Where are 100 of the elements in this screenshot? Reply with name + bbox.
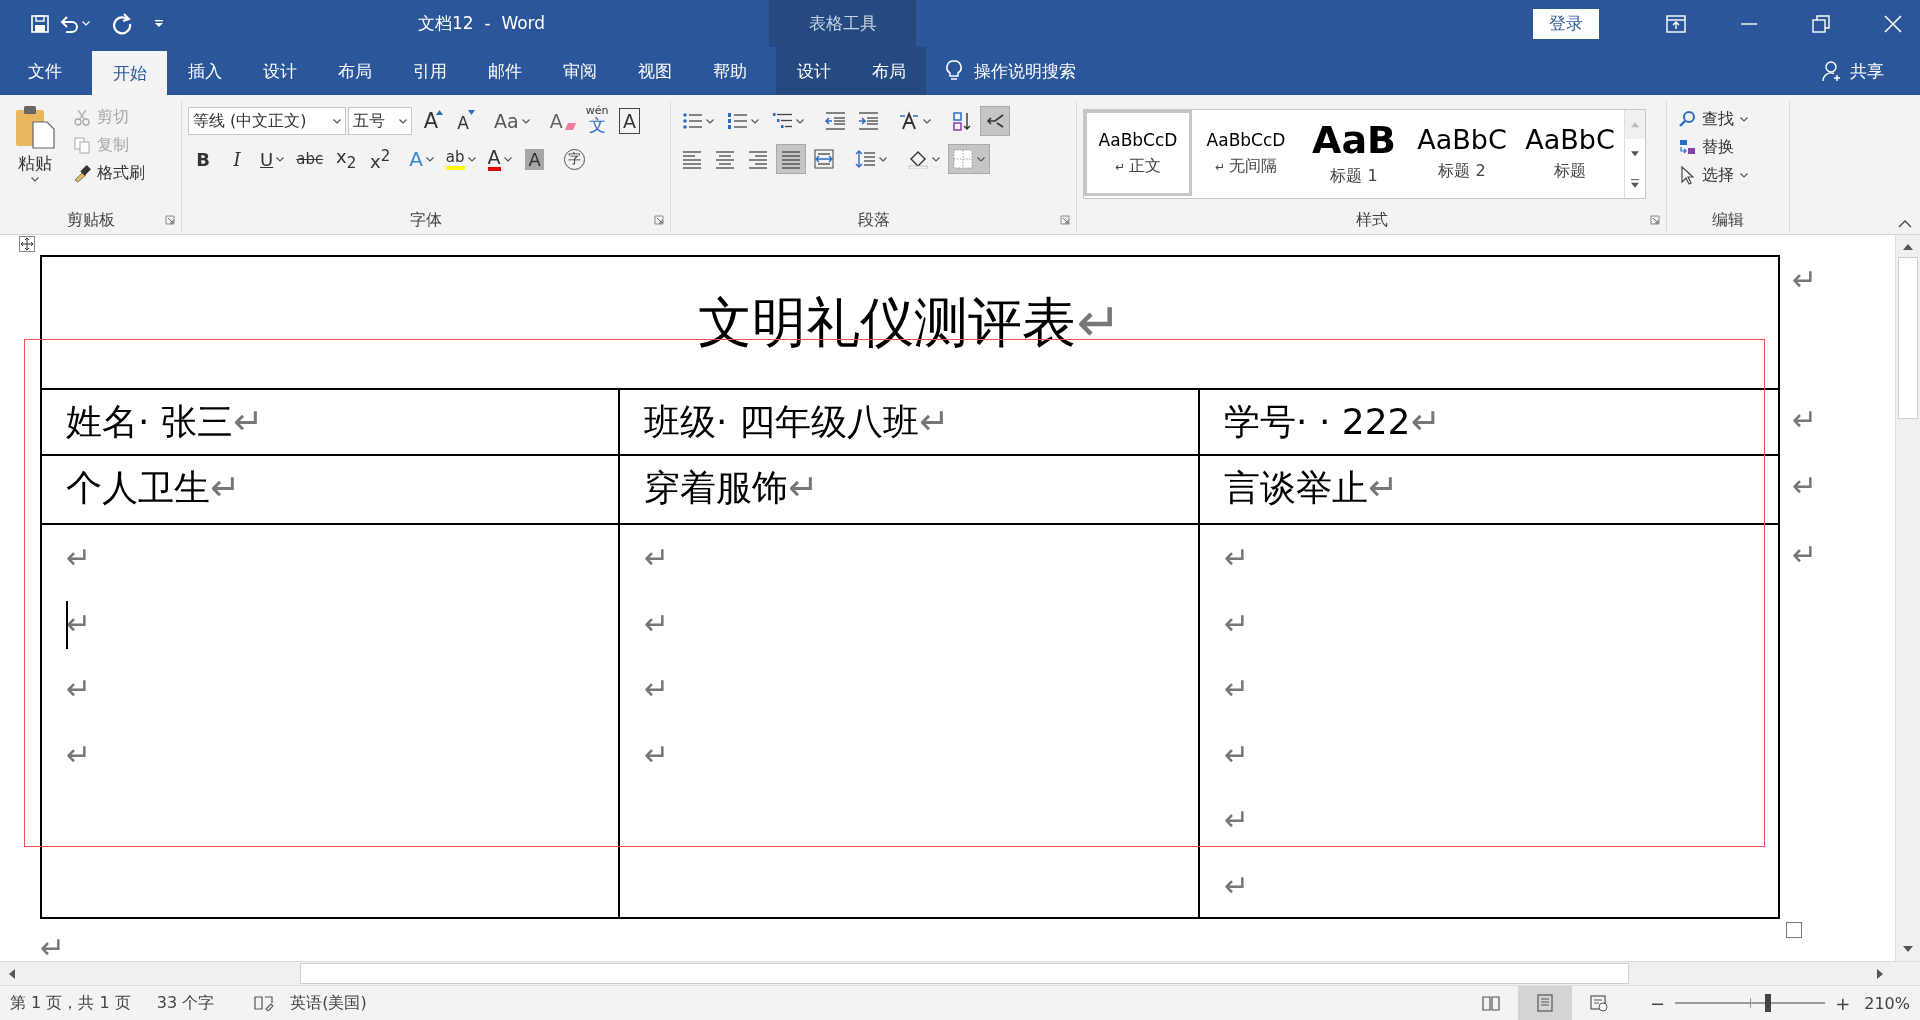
ribbon-tab[interactable]: 审阅	[542, 47, 617, 95]
zoom-level[interactable]: 210%	[1864, 993, 1910, 1013]
shading-icon	[908, 149, 928, 169]
collapse-ribbon-icon[interactable]	[1898, 220, 1912, 228]
font-color-button[interactable]: A	[483, 144, 516, 174]
caret-icon	[923, 118, 931, 124]
show-marks-icon	[985, 111, 1005, 131]
find-button[interactable]: 查找	[1673, 105, 1753, 133]
strikethrough-button[interactable]: abc	[292, 144, 328, 174]
ribbon-tab[interactable]: 开始	[92, 51, 167, 95]
replace-button[interactable]: 替换	[1673, 133, 1739, 161]
scroll-left-icon[interactable]	[8, 967, 16, 980]
group-label: 段落	[857, 209, 890, 231]
ribbon-tab[interactable]: 设计	[242, 47, 317, 95]
ribbon-tab[interactable]: 引用	[392, 47, 467, 95]
word-count[interactable]: 33 个字	[156, 992, 215, 1014]
ribbon-tab[interactable]: 布局	[851, 47, 926, 95]
caret-icon	[31, 177, 39, 182]
change-case-button[interactable]: Aa	[490, 106, 534, 136]
style-gallery-item[interactable]: AaBbC 标题 2	[1408, 110, 1516, 196]
customize-toolbar-icon[interactable]	[154, 19, 164, 28]
save-icon[interactable]	[30, 13, 50, 34]
caret-icon[interactable]	[82, 21, 90, 26]
ribbon-tab[interactable]: 视图	[617, 47, 692, 95]
style-gallery-item[interactable]: AaB 标题 1	[1300, 110, 1408, 196]
caret-icon	[503, 156, 512, 162]
table-title: 文明礼仪测评表↵	[698, 289, 1122, 356]
pointer-icon	[1678, 165, 1696, 185]
language-status[interactable]: 英语(美国)	[290, 992, 367, 1014]
bold-button[interactable]: B	[188, 144, 218, 174]
zoom-in-button[interactable]: +	[1829, 992, 1857, 1014]
align-left-icon	[682, 149, 702, 169]
ribbon-tab[interactable]: 文件	[7, 47, 82, 95]
style-gallery-item[interactable]: AaBbCcD ↵ 无间隔	[1192, 110, 1300, 196]
character-shading-button[interactable]: A	[519, 144, 550, 174]
page-count[interactable]: 第 1 页，共 1 页	[10, 992, 131, 1014]
paragraph-mark: ↵	[66, 605, 92, 641]
slider-thumb[interactable]	[1765, 994, 1772, 1012]
scrollbar-thumb[interactable]	[1898, 257, 1918, 419]
redo-icon[interactable]	[112, 12, 134, 35]
font-size-field[interactable]: 五号	[348, 107, 412, 135]
lightbulb-icon	[946, 60, 962, 82]
clear-formatting-button[interactable]: A	[545, 106, 580, 136]
clipboard-icon	[13, 104, 57, 150]
paragraph-mark: ↵	[1224, 605, 1250, 641]
highlight-button[interactable]: ab	[441, 144, 480, 174]
cell-text: 学号· · 222↵	[1224, 401, 1441, 442]
sign-in-button[interactable]: 登录	[1533, 8, 1599, 39]
scroll-right-icon[interactable]	[1876, 967, 1884, 980]
format-painter-button[interactable]: 格式刷	[68, 159, 150, 187]
borders-icon	[953, 149, 973, 169]
paste-button[interactable]: 粘贴	[6, 101, 64, 208]
justify-button[interactable]	[776, 144, 806, 174]
close-icon[interactable]	[1884, 14, 1902, 33]
ribbon-tab[interactable]: 设计	[776, 47, 851, 95]
italic-button[interactable]: I	[222, 144, 252, 174]
table-move-handle-icon[interactable]	[19, 236, 35, 252]
grow-font-button[interactable]: A	[416, 106, 446, 136]
dialog-launcher-icon[interactable]	[654, 215, 664, 225]
font-name-field[interactable]: 等线 (中文正文)	[188, 107, 346, 135]
subscript-button[interactable]: x$_{2}$	[331, 144, 362, 174]
scroll-down-icon[interactable]	[1902, 945, 1914, 953]
paragraph-mark: ↵	[1792, 468, 1818, 503]
ribbon-tab[interactable]: 帮助	[692, 47, 767, 95]
asian-layout-icon	[899, 111, 919, 131]
paragraph-mark: ↵	[40, 931, 66, 965]
group-label: 编辑	[1712, 209, 1744, 231]
share-button[interactable]: 共享	[1816, 47, 1890, 95]
ribbon-tab[interactable]: 插入	[167, 47, 242, 95]
dialog-launcher-icon[interactable]	[165, 215, 175, 225]
undo-icon[interactable]	[58, 13, 80, 34]
show-marks-button[interactable]	[980, 106, 1010, 136]
group-label: 样式	[1355, 209, 1388, 231]
scrollbar-thumb[interactable]	[300, 963, 1629, 984]
distributed-icon	[814, 149, 834, 169]
dialog-launcher-icon[interactable]	[1650, 215, 1660, 225]
tell-me-search[interactable]: 操作说明搜索	[974, 59, 1076, 83]
dialog-launcher-icon[interactable]	[1060, 215, 1070, 225]
select-button[interactable]: 选择	[1673, 161, 1753, 189]
zoom-out-button[interactable]: −	[1644, 992, 1672, 1014]
caret-icon	[1740, 172, 1748, 178]
paragraph-mark: ↵	[66, 671, 92, 706]
restore-icon[interactable]	[1812, 14, 1830, 33]
style-gallery-item[interactable]: AaBbCcD ↵ 正文	[1084, 110, 1192, 196]
style-gallery-item[interactable]: AaBbC 标题	[1516, 110, 1624, 196]
caret-icon	[751, 118, 759, 124]
multilevel-list-icon	[772, 111, 792, 131]
table-resize-handle-icon[interactable]	[1786, 922, 1802, 938]
caret-icon	[467, 156, 476, 162]
shrink-font-button[interactable]: A	[448, 106, 478, 136]
phonetic-guide-button[interactable]: 文 wén	[581, 106, 613, 136]
proofing-icon[interactable]	[254, 995, 275, 1011]
underline-button[interactable]: U	[256, 144, 289, 174]
ribbon-display-options-icon[interactable]	[1666, 14, 1686, 33]
scroll-up-icon[interactable]	[1902, 243, 1914, 251]
ribbon-tab[interactable]: 邮件	[467, 47, 542, 95]
superscript-button[interactable]: x$^{2}$	[365, 144, 396, 174]
web-layout-icon	[1590, 994, 1609, 1012]
ribbon-tab[interactable]: 布局	[317, 47, 392, 95]
read-mode-icon	[1482, 994, 1501, 1012]
